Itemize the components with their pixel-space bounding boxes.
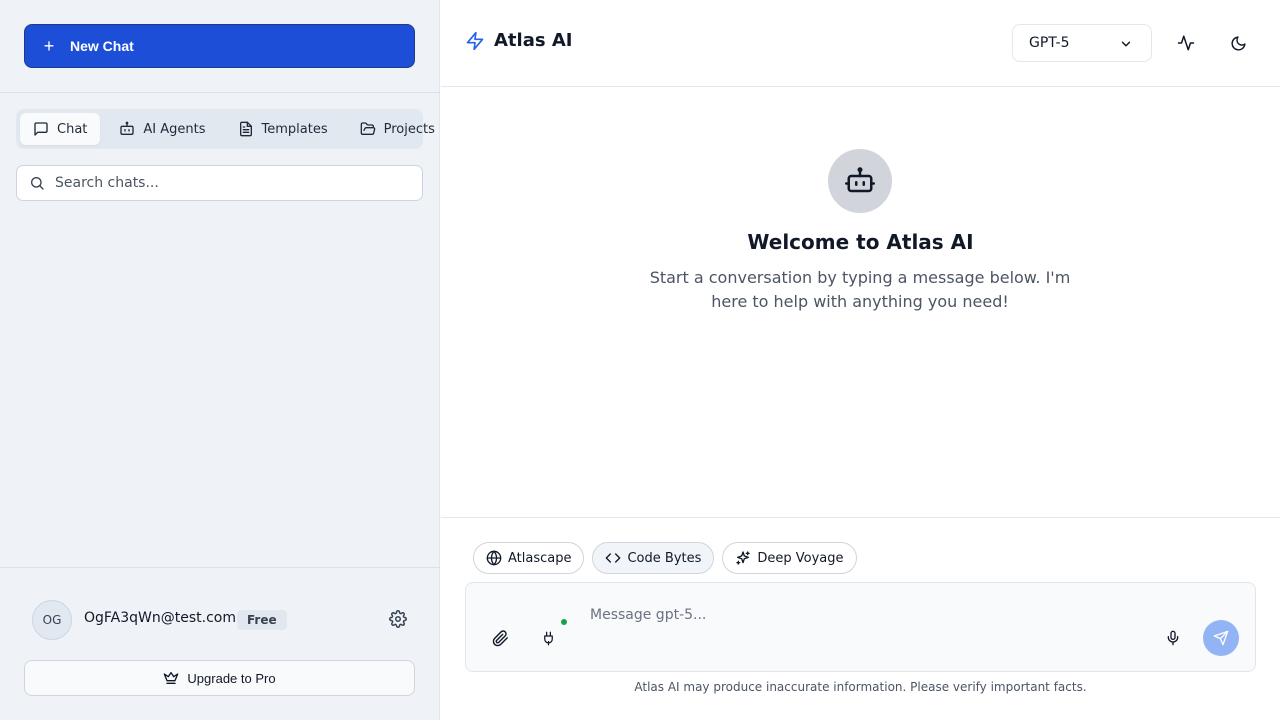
tab-chat-label: Chat	[57, 121, 88, 137]
tab-projects[interactable]: Projects	[347, 113, 448, 145]
globe-icon	[486, 550, 502, 566]
mode-atlascape[interactable]: Atlascape	[473, 542, 585, 574]
plus-icon: +	[43, 36, 55, 56]
welcome-subtitle: Start a conversation by typing a message…	[649, 268, 1071, 311]
mode-deep-voyage-label: Deep Voyage	[757, 550, 844, 566]
plan-badge: Free	[237, 610, 287, 630]
gear-icon	[389, 610, 407, 628]
upgrade-button[interactable]: Upgrade to Pro	[24, 660, 415, 696]
send-icon	[1213, 630, 1229, 646]
avatar[interactable]: OG	[32, 600, 72, 640]
sparkles-icon	[736, 551, 751, 565]
activity-icon	[1177, 35, 1195, 51]
search-icon	[31, 177, 44, 190]
file-text-icon	[239, 121, 252, 137]
moon-icon	[1231, 35, 1246, 50]
chevron-down-icon	[1121, 41, 1131, 47]
lightning-icon	[466, 31, 484, 50]
message-composer	[465, 582, 1256, 672]
sidebar-tabs: Chat AI Agents Templates Projects	[16, 109, 435, 149]
disclaimer-text: Atlas AI may produce inaccurate informat…	[634, 680, 1087, 694]
settings-button[interactable]	[389, 610, 409, 630]
app-brand: Atlas AI	[465, 30, 572, 51]
upgrade-label: Upgrade to Pro	[187, 670, 276, 686]
attach-button[interactable]	[490, 628, 510, 648]
sidebar-divider	[0, 92, 440, 93]
crown-icon	[164, 672, 179, 684]
microphone-icon	[1167, 630, 1179, 646]
welcome-title: Welcome to Atlas AI	[747, 230, 974, 254]
model-select[interactable]: GPT-5	[1012, 24, 1152, 62]
new-chat-button[interactable]: + New Chat	[24, 24, 415, 68]
folder-icon	[360, 122, 375, 135]
user-email: OgFA3qWn@test.com	[84, 610, 236, 626]
plugin-button[interactable]	[538, 628, 558, 648]
tab-templates-label: Templates	[261, 121, 328, 137]
bot-icon	[120, 121, 135, 135]
code-icon	[606, 553, 621, 563]
tab-templates[interactable]: Templates	[225, 113, 341, 145]
message-square-icon	[34, 122, 48, 136]
app-title: Atlas AI	[494, 30, 573, 51]
connection-status-dot	[561, 619, 567, 625]
plug-icon	[543, 631, 553, 645]
tab-projects-label: Projects	[383, 121, 435, 137]
message-input[interactable]	[590, 607, 1150, 631]
mode-code-bytes[interactable]: Code Bytes	[592, 542, 715, 574]
mode-chips: Atlascape Code Bytes Deep Voyage	[473, 542, 865, 574]
tab-ai-agents[interactable]: AI Agents	[106, 113, 218, 145]
top-header: Atlas AI GPT-5	[441, 0, 1280, 87]
model-select-value: GPT-5	[1029, 35, 1070, 51]
new-chat-label: New Chat	[70, 38, 134, 54]
send-button[interactable]	[1203, 620, 1239, 656]
composer-divider	[441, 517, 1280, 518]
paperclip-icon	[492, 629, 508, 646]
mode-deep-voyage[interactable]: Deep Voyage	[722, 542, 857, 574]
search-box	[16, 165, 423, 201]
sidebar: + New Chat Chat AI Agents Templates Proj…	[0, 0, 440, 720]
tab-ai-agents-label: AI Agents	[143, 121, 206, 137]
theme-toggle-button[interactable]	[1226, 31, 1250, 55]
tab-chat[interactable]: Chat	[20, 113, 101, 145]
voice-input-button[interactable]	[1163, 628, 1183, 648]
mode-code-bytes-label: Code Bytes	[627, 550, 702, 566]
bot-icon	[845, 167, 875, 193]
activity-button[interactable]	[1174, 31, 1198, 55]
welcome-avatar	[828, 149, 892, 213]
search-input[interactable]	[55, 175, 385, 191]
mode-atlascape-label: Atlascape	[508, 550, 572, 566]
sidebar-footer-divider	[0, 567, 440, 568]
